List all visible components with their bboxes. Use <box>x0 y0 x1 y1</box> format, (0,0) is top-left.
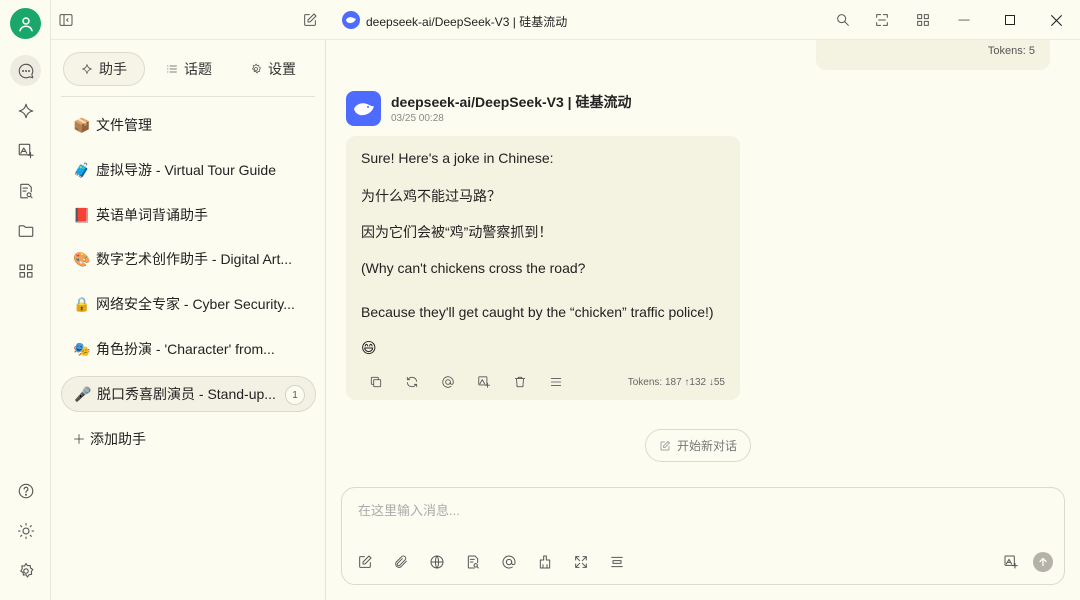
message-text: (Why can't chickens cross the road? <box>361 260 586 276</box>
settings-gear-icon[interactable] <box>10 555 41 586</box>
expand-input-icon[interactable] <box>571 552 591 572</box>
new-topic-icon[interactable] <box>355 552 375 572</box>
layout-grid-icon[interactable] <box>911 8 935 32</box>
assistant-emoji-icon: 🎤 <box>74 385 92 402</box>
mention-icon[interactable] <box>439 373 457 391</box>
tabs-divider <box>61 96 315 97</box>
assistant-label: 数字艺术创作助手 - Digital Art... <box>96 251 293 267</box>
assistant-panel: 助手 话题 设置 📦 文件管理 🧳 虚拟导游 - Virtual Tour Gu… <box>51 40 326 600</box>
assistant-label: 文件管理 <box>96 117 152 133</box>
add-assistant-label: 添加助手 <box>90 431 146 447</box>
translate-icon[interactable] <box>1001 552 1021 572</box>
chat-icon[interactable] <box>10 55 41 86</box>
plus-icon <box>73 433 85 445</box>
assistant-label: 脱口秀喜剧演员 - Stand-up... <box>97 386 276 402</box>
assistant-item-selected[interactable]: 🎤 脱口秀喜剧演员 - Stand-up... 1 <box>61 376 316 412</box>
message-text: 因为它们会被“鸡”动警察抓到！ <box>361 224 553 240</box>
model-avatar-icon <box>346 91 381 126</box>
assistant-item[interactable]: 🎭 角色扮演 - 'Character' from... <box>61 331 316 367</box>
send-arrow-icon[interactable] <box>1033 552 1053 572</box>
user-avatar-icon[interactable] <box>10 8 41 39</box>
window-maximize-icon[interactable] <box>998 8 1022 32</box>
message-text: Sure! Here's a joke in Chinese: <box>361 150 554 166</box>
translate-image-icon[interactable] <box>475 373 493 391</box>
assistant-emoji-icon: 🧳 <box>73 161 91 178</box>
tab-topics[interactable]: 话题 <box>159 52 219 86</box>
assistant-message-bubble: Sure! Here's a joke in Chinese: 为什么鸡不能过马… <box>346 136 740 400</box>
assistant-emoji-icon: 📦 <box>73 116 91 133</box>
search-icon[interactable] <box>831 8 855 32</box>
message-model-name: deepseek-ai/DeepSeek-V3 | 硅基流动 <box>391 94 632 110</box>
model-logo-icon <box>342 11 360 29</box>
more-menu-icon[interactable] <box>547 373 565 391</box>
topic-count-badge: 1 <box>285 385 305 405</box>
fullscreen-expand-icon[interactable] <box>870 8 894 32</box>
message-tokens: Tokens: 187 ↑132 ↓55 <box>627 377 725 388</box>
message-text: 为什么鸡不能过马路？ <box>361 188 501 204</box>
mention-model-icon[interactable] <box>499 552 519 572</box>
assistant-item[interactable]: 📕 英语单词背诵助手 <box>61 197 316 233</box>
window-minimize-icon[interactable] <box>952 8 976 32</box>
message-input-placeholder[interactable]: 在这里输入消息... <box>358 500 460 519</box>
edit-icon <box>659 440 671 452</box>
previous-tokens: Tokens: 5 <box>987 45 1035 57</box>
window-title: deepseek-ai/DeepSeek-V3 | 硅基流动 <box>366 15 568 29</box>
assistant-item[interactable]: 🔒 网络安全专家 - Cyber Security... <box>61 286 316 322</box>
new-chat-label: 开始新对话 <box>676 439 737 453</box>
assistant-item[interactable]: 📦 文件管理 <box>61 107 316 143</box>
toggle-sidebar-icon[interactable] <box>54 8 78 32</box>
web-search-globe-icon[interactable] <box>427 552 447 572</box>
message-input-box: 在这里输入消息... <box>341 487 1065 585</box>
assistant-label: 网络安全专家 - Cyber Security... <box>96 296 295 312</box>
assistant-label: 角色扮演 - 'Character' from... <box>96 341 275 357</box>
assistant-label: 英语单词背诵助手 <box>96 207 208 223</box>
sparkle-icon <box>81 63 93 75</box>
new-topic-edit-icon[interactable] <box>298 8 322 32</box>
sparkle-agents-icon[interactable] <box>10 95 41 126</box>
assistant-item[interactable]: 🧳 虚拟导游 - Virtual Tour Guide <box>61 152 316 188</box>
previous-message-bubble: Tokens: 5 <box>816 40 1050 70</box>
list-icon <box>166 63 178 75</box>
copy-icon[interactable] <box>367 373 385 391</box>
tab-settings[interactable]: 设置 <box>243 52 303 86</box>
left-rail <box>0 0 51 600</box>
assistant-emoji-icon: 📕 <box>73 206 91 223</box>
gear-icon <box>250 63 262 75</box>
assistant-label: 虚拟导游 - Virtual Tour Guide <box>96 162 276 178</box>
chat-area: Tokens: 5 deepseek-ai/DeepSeek-V3 | 硅基流动… <box>326 40 1080 600</box>
context-divider-icon[interactable] <box>607 552 627 572</box>
smile-emoji: 😄 <box>361 340 377 357</box>
knowledge-base-icon[interactable] <box>463 552 483 572</box>
clear-broom-icon[interactable] <box>535 552 555 572</box>
delete-trash-icon[interactable] <box>511 373 529 391</box>
tab-assistants[interactable]: 助手 <box>63 52 145 86</box>
assistant-emoji-icon: 🎨 <box>73 250 91 267</box>
title-bar: deepseek-ai/DeepSeek-V3 | 硅基流动 <box>51 0 1080 40</box>
add-assistant-button[interactable]: 添加助手 <box>61 421 316 457</box>
message-text: Because they'll get caught by the “chick… <box>361 304 714 320</box>
window-close-icon[interactable] <box>1044 8 1068 32</box>
message-timestamp: 03/25 00:28 <box>391 113 444 124</box>
help-icon[interactable] <box>10 475 41 506</box>
assistant-emoji-icon: 🔒 <box>73 295 91 312</box>
folder-icon[interactable] <box>10 215 41 246</box>
document-search-icon[interactable] <box>10 175 41 206</box>
image-generation-icon[interactable] <box>10 135 41 166</box>
apps-grid-icon[interactable] <box>10 255 41 286</box>
attachment-paperclip-icon[interactable] <box>391 552 411 572</box>
new-chat-button[interactable]: 开始新对话 <box>645 429 751 462</box>
regenerate-icon[interactable] <box>403 373 421 391</box>
assistant-emoji-icon: 🎭 <box>73 340 91 357</box>
assistant-item[interactable]: 🎨 数字艺术创作助手 - Digital Art... <box>61 241 316 277</box>
theme-sun-icon[interactable] <box>10 515 41 546</box>
